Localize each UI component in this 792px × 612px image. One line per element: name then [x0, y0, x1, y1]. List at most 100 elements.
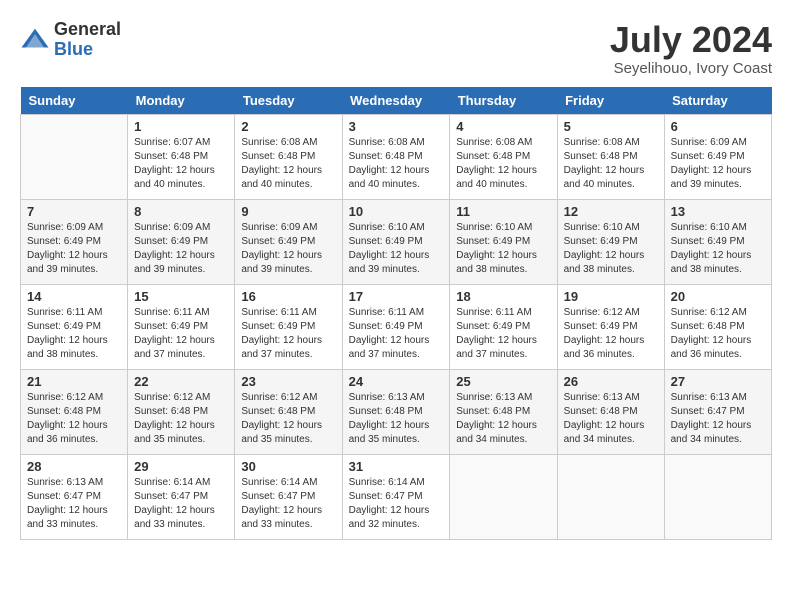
day-info: Sunrise: 6:12 AMSunset: 6:49 PMDaylight:…: [564, 306, 658, 362]
day-info: Sunrise: 6:09 AMSunset: 6:49 PMDaylight:…: [27, 221, 121, 277]
table-row: 26 Sunrise: 6:13 AMSunset: 6:48 PMDayligh…: [557, 369, 664, 454]
day-number: 26: [564, 374, 658, 389]
calendar-header-saturday: Saturday: [664, 87, 771, 115]
calendar-header-tuesday: Tuesday: [235, 87, 342, 115]
table-row: 19 Sunrise: 6:12 AMSunset: 6:49 PMDayligh…: [557, 284, 664, 369]
table-row: 8Sunrise: 6:09 AMSunset: 6:49 PMDaylight…: [128, 199, 235, 284]
table-row: [450, 454, 557, 539]
day-number: 13: [671, 204, 765, 219]
day-number: 16: [241, 289, 335, 304]
day-info: Sunrise: 6:08 AMSunset: 6:48 PMDaylight:…: [349, 136, 444, 192]
table-row: 22 Sunrise: 6:12 AMSunset: 6:48 PMDayligh…: [128, 369, 235, 454]
day-info: Sunrise: 6:14 AMSunset: 6:47 PMDaylight:…: [134, 476, 228, 532]
table-row: 4Sunrise: 6:08 AMSunset: 6:48 PMDaylight…: [450, 114, 557, 199]
logo-icon: [20, 25, 50, 55]
table-row: 5 Sunrise: 6:08 AMSunset: 6:48 PMDaylight…: [557, 114, 664, 199]
table-row: 31 Sunrise: 6:14 AMSunset: 6:47 PMDayligh…: [342, 454, 450, 539]
day-number: 8: [134, 204, 228, 219]
day-info: Sunrise: 6:11 AMSunset: 6:49 PMDaylight:…: [241, 306, 335, 362]
day-number: 5: [564, 119, 658, 134]
day-number: 28: [27, 459, 121, 474]
day-number: 15: [134, 289, 228, 304]
day-number: 10: [349, 204, 444, 219]
day-number: 19: [564, 289, 658, 304]
table-row: 27Sunrise: 6:13 AMSunset: 6:47 PMDayligh…: [664, 369, 771, 454]
table-row: 15 Sunrise: 6:11 AMSunset: 6:49 PMDayligh…: [128, 284, 235, 369]
day-number: 6: [671, 119, 765, 134]
day-info: Sunrise: 6:12 AMSunset: 6:48 PMDaylight:…: [241, 391, 335, 447]
day-info: Sunrise: 6:09 AMSunset: 6:49 PMDaylight:…: [671, 136, 765, 192]
day-number: 3: [349, 119, 444, 134]
day-number: 29: [134, 459, 228, 474]
day-number: 24: [349, 374, 444, 389]
day-info: Sunrise: 6:13 AMSunset: 6:48 PMDaylight:…: [456, 391, 550, 447]
table-row: 12Sunrise: 6:10 AMSunset: 6:49 PMDayligh…: [557, 199, 664, 284]
title-block: July 2024 Seyelihouo, Ivory Coast: [610, 20, 772, 77]
table-row: 25Sunrise: 6:13 AMSunset: 6:48 PMDayligh…: [450, 369, 557, 454]
calendar-header-wednesday: Wednesday: [342, 87, 450, 115]
logo: General Blue: [20, 20, 121, 60]
table-row: [21, 114, 128, 199]
calendar-header-row: SundayMondayTuesdayWednesdayThursdayFrid…: [21, 87, 772, 115]
table-row: 2 Sunrise: 6:08 AMSunset: 6:48 PMDaylight…: [235, 114, 342, 199]
table-row: 18 Sunrise: 6:11 AMSunset: 6:49 PMDayligh…: [450, 284, 557, 369]
day-info: Sunrise: 6:12 AMSunset: 6:48 PMDaylight:…: [134, 391, 228, 447]
day-info: Sunrise: 6:07 AMSunset: 6:48 PMDaylight:…: [134, 136, 228, 192]
day-info: Sunrise: 6:12 AMSunset: 6:48 PMDaylight:…: [671, 306, 765, 362]
table-row: 9Sunrise: 6:09 AMSunset: 6:49 PMDaylight…: [235, 199, 342, 284]
table-row: 20 Sunrise: 6:12 AMSunset: 6:48 PMDayligh…: [664, 284, 771, 369]
table-row: 1 Sunrise: 6:07 AMSunset: 6:48 PMDaylight…: [128, 114, 235, 199]
calendar-week-row: 28Sunrise: 6:13 AMSunset: 6:47 PMDayligh…: [21, 454, 772, 539]
day-number: 18: [456, 289, 550, 304]
day-info: Sunrise: 6:11 AMSunset: 6:49 PMDaylight:…: [134, 306, 228, 362]
day-info: Sunrise: 6:12 AMSunset: 6:48 PMDaylight:…: [27, 391, 121, 447]
table-row: [664, 454, 771, 539]
table-row: 3 Sunrise: 6:08 AMSunset: 6:48 PMDaylight…: [342, 114, 450, 199]
calendar-week-row: 21Sunrise: 6:12 AMSunset: 6:48 PMDayligh…: [21, 369, 772, 454]
day-number: 1: [134, 119, 228, 134]
calendar-header-sunday: Sunday: [21, 87, 128, 115]
day-info: Sunrise: 6:11 AMSunset: 6:49 PMDaylight:…: [349, 306, 444, 362]
day-info: Sunrise: 6:10 AMSunset: 6:49 PMDaylight:…: [349, 221, 444, 277]
day-info: Sunrise: 6:08 AMSunset: 6:48 PMDaylight:…: [241, 136, 335, 192]
month-year-title: July 2024: [610, 20, 772, 60]
day-info: Sunrise: 6:10 AMSunset: 6:49 PMDaylight:…: [456, 221, 550, 277]
day-info: Sunrise: 6:10 AMSunset: 6:49 PMDaylight:…: [564, 221, 658, 277]
day-info: Sunrise: 6:13 AMSunset: 6:48 PMDaylight:…: [349, 391, 444, 447]
table-row: 28Sunrise: 6:13 AMSunset: 6:47 PMDayligh…: [21, 454, 128, 539]
day-number: 31: [349, 459, 444, 474]
day-info: Sunrise: 6:11 AMSunset: 6:49 PMDaylight:…: [27, 306, 121, 362]
table-row: 14Sunrise: 6:11 AMSunset: 6:49 PMDayligh…: [21, 284, 128, 369]
table-row: 7 Sunrise: 6:09 AMSunset: 6:49 PMDaylight…: [21, 199, 128, 284]
day-info: Sunrise: 6:14 AMSunset: 6:47 PMDaylight:…: [349, 476, 444, 532]
day-info: Sunrise: 6:13 AMSunset: 6:48 PMDaylight:…: [564, 391, 658, 447]
day-number: 11: [456, 204, 550, 219]
table-row: 13 Sunrise: 6:10 AMSunset: 6:49 PMDayligh…: [664, 199, 771, 284]
calendar-week-row: 1 Sunrise: 6:07 AMSunset: 6:48 PMDaylight…: [21, 114, 772, 199]
table-row: [557, 454, 664, 539]
day-number: 2: [241, 119, 335, 134]
day-number: 20: [671, 289, 765, 304]
logo-text: General Blue: [54, 20, 121, 60]
calendar-week-row: 7 Sunrise: 6:09 AMSunset: 6:49 PMDaylight…: [21, 199, 772, 284]
day-info: Sunrise: 6:11 AMSunset: 6:49 PMDaylight:…: [456, 306, 550, 362]
day-info: Sunrise: 6:14 AMSunset: 6:47 PMDaylight:…: [241, 476, 335, 532]
logo-general: General: [54, 20, 121, 40]
table-row: 29 Sunrise: 6:14 AMSunset: 6:47 PMDayligh…: [128, 454, 235, 539]
calendar-week-row: 14Sunrise: 6:11 AMSunset: 6:49 PMDayligh…: [21, 284, 772, 369]
day-number: 22: [134, 374, 228, 389]
day-info: Sunrise: 6:08 AMSunset: 6:48 PMDaylight:…: [456, 136, 550, 192]
day-number: 17: [349, 289, 444, 304]
table-row: 16 Sunrise: 6:11 AMSunset: 6:49 PMDayligh…: [235, 284, 342, 369]
calendar-header-thursday: Thursday: [450, 87, 557, 115]
table-row: 11 Sunrise: 6:10 AMSunset: 6:49 PMDayligh…: [450, 199, 557, 284]
day-number: 23: [241, 374, 335, 389]
table-row: 10 Sunrise: 6:10 AMSunset: 6:49 PMDayligh…: [342, 199, 450, 284]
day-info: Sunrise: 6:10 AMSunset: 6:49 PMDaylight:…: [671, 221, 765, 277]
table-row: 21Sunrise: 6:12 AMSunset: 6:48 PMDayligh…: [21, 369, 128, 454]
day-number: 7: [27, 204, 121, 219]
day-info: Sunrise: 6:09 AMSunset: 6:49 PMDaylight:…: [241, 221, 335, 277]
page-header: General Blue July 2024 Seyelihouo, Ivory…: [20, 20, 772, 77]
day-info: Sunrise: 6:08 AMSunset: 6:48 PMDaylight:…: [564, 136, 658, 192]
table-row: 24 Sunrise: 6:13 AMSunset: 6:48 PMDayligh…: [342, 369, 450, 454]
